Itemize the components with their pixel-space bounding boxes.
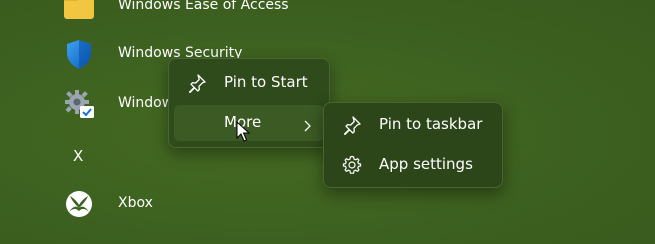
gear-icon xyxy=(342,155,362,175)
menu-item-label: App settings xyxy=(379,155,473,173)
menu-item-label: Pin to taskbar xyxy=(379,115,483,133)
app-list-item-ease-of-access[interactable]: Windows Ease of Access xyxy=(0,0,420,26)
menu-item-label: Pin to Start xyxy=(224,73,308,91)
pin-to-start-menu-item[interactable]: Pin to Start xyxy=(174,65,324,101)
app-settings-menu-item[interactable]: App settings xyxy=(329,147,497,183)
xbox-icon xyxy=(62,187,96,221)
chevron-right-icon xyxy=(302,117,312,132)
pin-icon xyxy=(187,73,207,94)
app-label: Xbox xyxy=(118,195,153,211)
app-list-item-xbox[interactable]: Xbox xyxy=(0,184,420,224)
shield-icon xyxy=(62,37,96,71)
more-submenu: Pin to taskbar App settings xyxy=(323,102,503,188)
pin-to-taskbar-menu-item[interactable]: Pin to taskbar xyxy=(329,107,497,143)
folder-icon xyxy=(62,0,96,23)
mouse-cursor-icon xyxy=(236,120,251,143)
app-label: Windows Ease of Access xyxy=(118,0,289,13)
section-letter-header[interactable]: X xyxy=(73,147,83,165)
gear-icon xyxy=(62,87,96,121)
pin-icon xyxy=(342,115,362,136)
